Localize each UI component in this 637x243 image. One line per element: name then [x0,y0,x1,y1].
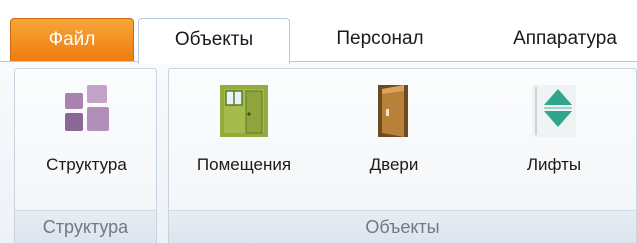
tab-objects[interactable]: Объекты [138,18,290,64]
tab-file[interactable]: Файл [10,18,134,62]
group-structure-label: Структура [15,210,156,243]
group-objects: Помещения Двери Лифты Объекты [168,68,637,243]
doors-button[interactable]: Двери [334,69,454,209]
structure-button[interactable]: Структура [15,69,158,209]
door-icon [378,85,408,137]
group-objects-label: Объекты [169,210,636,243]
ribbon: Файл Объекты Персонал Аппаратура Структу… [0,0,637,243]
tab-hardware[interactable]: Аппаратура [480,18,637,62]
elevators-button[interactable]: Лифты [489,69,619,209]
structure-icon [64,85,109,131]
rooms-button-label: Помещения [196,155,292,174]
group-structure: Структура Структура [14,68,157,243]
elevators-button-label: Лифты [526,155,582,174]
doors-button-label: Двери [369,155,419,174]
structure-button-label: Структура [46,155,127,174]
ribbon-body: Структура Структура Помещения Двери Лифт… [0,61,637,243]
elevator-icon [532,85,576,137]
rooms-icon [220,85,268,137]
rooms-button[interactable]: Помещения [169,69,319,209]
ribbon-tab-strip: Файл Объекты Персонал Аппаратура [0,0,637,64]
tab-personnel[interactable]: Персонал [300,18,460,62]
